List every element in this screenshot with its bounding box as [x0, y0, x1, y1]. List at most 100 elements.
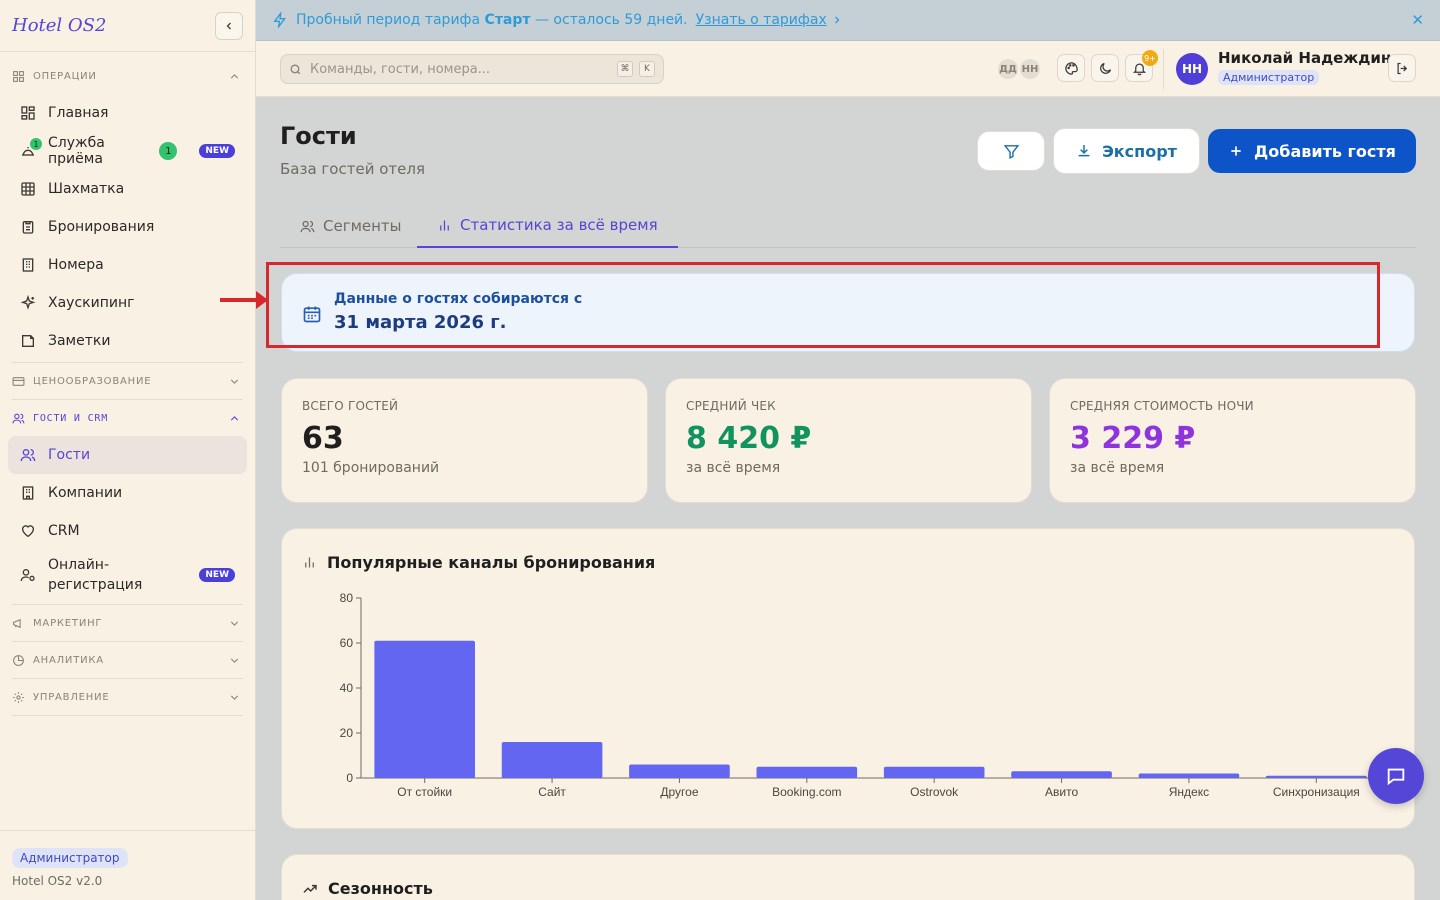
palette-icon [1064, 61, 1078, 75]
role-badge: Администратор [12, 848, 128, 868]
page-title: Гости [280, 122, 357, 150]
plus-icon [1231, 146, 1241, 156]
x-tick-label: Другое [660, 785, 698, 799]
dashboard-icon [21, 106, 35, 120]
y-tick-label: 60 [340, 636, 354, 650]
building-icon [22, 258, 34, 272]
trial-banner: Пробный период тарифа Старт — осталось 5… [256, 0, 1440, 41]
users-icon [300, 220, 315, 232]
search-placeholder: Команды, гости, номера... [310, 61, 491, 77]
trending-up-icon [303, 884, 317, 893]
section-operations[interactable]: ОПЕРАЦИИ [0, 58, 255, 94]
sidebar-item-label: Онлайн-регистрация [48, 557, 143, 593]
notification-count-badge: 9+ [1142, 50, 1158, 66]
divider [1163, 49, 1164, 89]
x-tick-label: Сайт [538, 785, 566, 799]
chevron-up-icon [230, 415, 239, 421]
table-grid-icon [21, 182, 35, 196]
pointer-arrow-head [256, 291, 268, 309]
x-tick-label: Авито [1045, 785, 1078, 799]
chart-title-text: Популярные каналы бронирования [327, 553, 656, 572]
page-subtitle: База гостей отеля [280, 160, 425, 178]
section-analytics[interactable]: АНАЛИТИКА [0, 642, 255, 678]
sidebar-item-notes[interactable]: Заметки [8, 322, 247, 360]
user-check-icon [20, 569, 35, 582]
bar-5 [883, 766, 985, 778]
sidebar: Hotel OS2 ОПЕРАЦИИ Главная 1 Служба приё… [0, 0, 256, 900]
sidebar-item-chess[interactable]: Шахматка [8, 170, 247, 208]
bar-1 [374, 640, 476, 778]
chevron-down-icon [230, 378, 239, 384]
sidebar-item-housekeeping[interactable]: Хаускипинг [8, 284, 247, 322]
new-badge: NEW [199, 568, 235, 582]
brand-logo[interactable]: Hotel OS2 [12, 15, 106, 36]
reception-count-badge: 1 [159, 142, 178, 160]
section-management[interactable]: УПРАВЛЕНИЕ [0, 679, 255, 715]
online-users[interactable]: ДД НН [998, 59, 1040, 79]
user-role-badge: Администратор [1218, 70, 1320, 85]
export-button[interactable]: Экспорт [1053, 128, 1200, 174]
sidebar-item-label: Компании [48, 485, 123, 501]
y-tick-label: 80 [340, 591, 354, 605]
collapse-sidebar-button[interactable] [215, 11, 243, 40]
banner-close-button[interactable]: ✕ [1411, 11, 1424, 29]
sidebar-item-label: Номера [48, 257, 104, 273]
sidebar-item-bookings[interactable]: Бронирования [8, 208, 247, 246]
notifications-button[interactable]: 9+ [1125, 50, 1158, 82]
sidebar-item-rooms[interactable]: Номера [8, 246, 247, 284]
y-tick-label: 0 [346, 771, 353, 785]
sidebar-item-label: Шахматка [48, 181, 125, 197]
sidebar-item-online-registration[interactable]: Онлайн-регистрация NEW [8, 550, 247, 600]
users-icon [20, 449, 36, 462]
dark-mode-button[interactable] [1091, 54, 1119, 82]
y-tick-label: 40 [340, 681, 354, 695]
section-label: ЦЕНООБРАЗОВАНИЕ [33, 375, 152, 387]
x-tick-label: Синхронизация [1273, 785, 1360, 799]
credit-card-icon [12, 376, 25, 386]
stat-subtext: за всё время [686, 460, 781, 476]
pricing-link[interactable]: Узнать о тарифах [696, 12, 827, 28]
booking-channels-card: 0 20 40 60 80 От стойки Сайт Другое Booking.com O… [281, 528, 1415, 829]
lightning-icon [273, 12, 286, 28]
sidebar-item-companies[interactable]: Компании [8, 474, 247, 512]
seasonality-card: Сезонность [281, 854, 1415, 900]
logout-icon [1397, 62, 1407, 74]
stat-label: ВСЕГО ГОСТЕЙ [302, 399, 399, 413]
section-marketing[interactable]: МАРКЕТИНГ [0, 605, 255, 641]
sidebar-item-label: CRM [48, 523, 80, 539]
search-input[interactable]: Команды, гости, номера... ⌘ K [280, 54, 664, 84]
clipboard-icon [22, 221, 34, 234]
logout-button[interactable] [1388, 54, 1416, 82]
user-name: Николай Надеждин [1218, 49, 1392, 67]
avatar[interactable]: НН [1176, 53, 1208, 85]
sidebar-item-label: Бронирования [48, 219, 155, 235]
banner-text-before: Пробный период тарифа [296, 12, 485, 28]
tab-label: Сегменты [323, 217, 402, 235]
tab-statistics[interactable]: Статистика за всё время [417, 204, 678, 248]
download-icon [1078, 145, 1090, 157]
gear-icon [13, 691, 24, 703]
section-pricing[interactable]: ЦЕНООБРАЗОВАНИЕ [0, 363, 255, 399]
seasonality-title-text: Сезонность [328, 879, 433, 898]
theme-palette-button[interactable] [1057, 54, 1085, 82]
tab-segments[interactable]: Сегменты [280, 204, 422, 248]
sidebar-item-guests[interactable]: Гости [8, 436, 247, 474]
sidebar-item-reception[interactable]: 1 Служба приёма 1 NEW [8, 132, 247, 170]
sidebar-brand: Hotel OS2 [0, 0, 255, 52]
sidebar-item-home[interactable]: Главная [8, 94, 247, 132]
bar-2 [501, 742, 603, 778]
x-tick-label: Booking.com [772, 785, 841, 799]
bar-8 [1265, 775, 1367, 778]
sidebar-item-crm[interactable]: CRM [8, 512, 247, 550]
section-label: МАРКЕТИНГ [33, 617, 103, 629]
chat-button[interactable] [1368, 748, 1424, 804]
bar-4 [756, 766, 858, 778]
section-guests-crm[interactable]: ГОСТИ И CRM [0, 400, 255, 436]
stat-subtext: за всё время [1070, 460, 1165, 476]
filter-button[interactable] [977, 131, 1045, 171]
add-guest-button[interactable]: Добавить гостя [1208, 129, 1416, 173]
bar-chart-icon [440, 220, 449, 230]
chat-icon [1387, 768, 1405, 786]
x-tick-label: Ostrovok [910, 785, 959, 799]
y-tick-label: 20 [340, 726, 354, 740]
